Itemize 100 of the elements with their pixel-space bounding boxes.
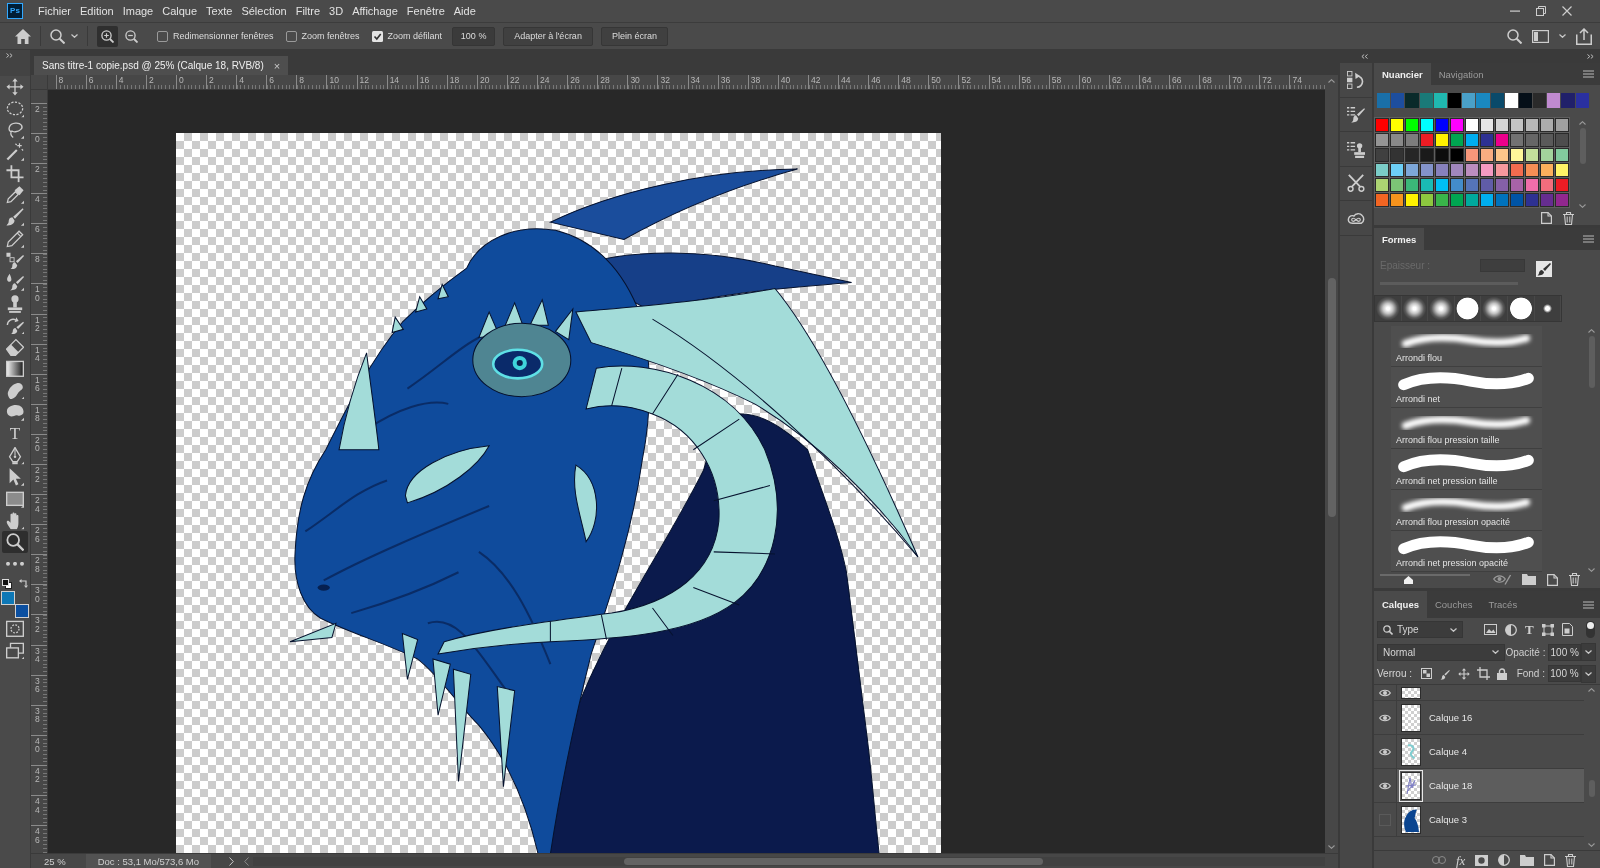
scrollbar[interactable]: [1587, 326, 1596, 572]
color-swatch[interactable]: [1504, 93, 1518, 108]
padlock-icon[interactable]: [1497, 667, 1508, 680]
color-swatch[interactable]: [1390, 193, 1404, 207]
eye-icon[interactable]: [1379, 688, 1391, 697]
menu-item[interactable]: Texte: [206, 5, 233, 17]
caret-icon[interactable]: [1581, 643, 1596, 661]
horizontal-scrollbar[interactable]: [253, 856, 1325, 866]
color-swatch[interactable]: [1510, 178, 1524, 192]
layer-row[interactable]: Calque 18: [1397, 769, 1584, 802]
effects-button[interactable]: fx: [1456, 853, 1466, 867]
color-swatch[interactable]: [1450, 133, 1464, 147]
color-swatch[interactable]: [1450, 163, 1464, 177]
menu-item[interactable]: Fichier: [38, 5, 71, 17]
color-swatch[interactable]: [1510, 133, 1524, 147]
checker-icon[interactable]: [1421, 668, 1433, 679]
color-swatch[interactable]: [1510, 148, 1524, 162]
color-swatch[interactable]: [1480, 163, 1494, 177]
swap-arrow-icon[interactable]: [19, 579, 28, 589]
menu-item[interactable]: Calque: [162, 5, 198, 17]
color-swatch[interactable]: [1390, 133, 1404, 147]
color-swatch[interactable]: [1390, 163, 1404, 177]
color-swatch[interactable]: [1480, 148, 1494, 162]
color-swatch[interactable]: [1575, 93, 1589, 108]
scrollbar-thumb[interactable]: [1327, 278, 1336, 517]
color-swatch[interactable]: [1435, 193, 1449, 207]
color-swatch[interactable]: [1405, 148, 1419, 162]
color-swatch[interactable]: [1547, 93, 1561, 108]
color-swatch[interactable]: [1435, 148, 1449, 162]
color-swatch[interactable]: [1390, 118, 1404, 132]
document-info[interactable]: Doc : 53,1 Mo/573,6 Mo: [85, 854, 212, 868]
menu-item[interactable]: Fenêtre: [406, 5, 445, 17]
color-swatch[interactable]: [1420, 178, 1434, 192]
color-swatch[interactable]: [1420, 148, 1434, 162]
scroll-down-icon[interactable]: [1579, 204, 1586, 208]
color-swatch[interactable]: [1525, 118, 1539, 132]
panel-tab[interactable]: Nuancier: [1374, 63, 1431, 85]
double-chevron-right-icon[interactable]: [6, 53, 13, 58]
color-swatch[interactable]: [1465, 178, 1479, 192]
double-chevron-left-icon[interactable]: [1361, 54, 1368, 59]
scroll-down-icon[interactable]: [1328, 845, 1335, 849]
color-swatch[interactable]: [1375, 163, 1389, 177]
half-circle-icon[interactable]: [1505, 623, 1517, 636]
brush-preset[interactable]: Arrondi flou pression taille: [1391, 408, 1542, 449]
scroll-down-icon[interactable]: [1588, 568, 1595, 572]
color-swatch[interactable]: [1476, 93, 1490, 108]
layer-row[interactable]: Calque 16: [1397, 701, 1584, 734]
color-swatch[interactable]: [1375, 148, 1389, 162]
color-swatch[interactable]: [1447, 93, 1462, 108]
crop-frame-icon[interactable]: [1477, 667, 1491, 680]
color-swatch[interactable]: [1405, 133, 1419, 147]
color-swatch[interactable]: [1377, 93, 1391, 108]
color-swatch[interactable]: [1435, 163, 1449, 177]
app-logo[interactable]: Ps: [7, 3, 23, 19]
color-swatch[interactable]: [1555, 193, 1569, 207]
color-swatch[interactable]: [1525, 178, 1539, 192]
panel-menu-icon[interactable]: [1583, 235, 1594, 243]
eye-icon[interactable]: [1379, 781, 1391, 790]
hard-brush-tip-icon[interactable]: [1454, 296, 1482, 321]
color-swatch[interactable]: [1525, 148, 1539, 162]
color-swatch[interactable]: [1480, 133, 1494, 147]
layer-filter-dropdown[interactable]: Type: [1377, 621, 1463, 638]
color-swatch[interactable]: [1450, 118, 1464, 132]
color-swatch[interactable]: [1375, 133, 1389, 147]
panel-tab[interactable]: Navigation: [1430, 63, 1492, 85]
history-icon[interactable]: [1347, 70, 1365, 89]
search-icon[interactable]: [1383, 624, 1393, 635]
color-swatch[interactable]: [1420, 163, 1434, 177]
shape-handles-icon[interactable]: [1541, 623, 1554, 636]
menu-item[interactable]: Filtre: [295, 5, 321, 17]
color-swatch[interactable]: [1495, 148, 1509, 162]
color-swatch[interactable]: [1433, 93, 1447, 108]
color-swatch[interactable]: [1462, 93, 1476, 108]
checkbox[interactable]: [285, 30, 297, 42]
caret-icon[interactable]: [1581, 664, 1596, 683]
color-swatch[interactable]: [1495, 178, 1509, 192]
color-swatch[interactable]: [1540, 133, 1554, 147]
color-swatch[interactable]: [1450, 148, 1464, 162]
color-swatch[interactable]: [1435, 178, 1449, 192]
workspace-icon[interactable]: [1532, 29, 1549, 43]
color-swatch[interactable]: [1450, 193, 1464, 207]
color-swatch[interactable]: [1525, 163, 1539, 177]
color-swatch[interactable]: [1465, 193, 1479, 207]
color-swatch[interactable]: [1555, 118, 1569, 132]
checkbox[interactable]: [371, 30, 383, 42]
soft-brush-tip-icon[interactable]: [1375, 296, 1402, 321]
color-swatch[interactable]: [1510, 163, 1524, 177]
panel-tab[interactable]: Formes: [1374, 228, 1425, 250]
color-swatch[interactable]: [1465, 148, 1479, 162]
home-icon[interactable]: [15, 28, 31, 44]
color-swatch[interactable]: [1420, 118, 1434, 132]
color-swatch[interactable]: [1390, 178, 1404, 192]
blend-mode-dropdown[interactable]: Normal: [1377, 643, 1506, 661]
scrollbar-thumb[interactable]: [624, 857, 1044, 865]
folder-icon[interactable]: [1522, 574, 1536, 585]
magnifier-icon[interactable]: [50, 28, 65, 44]
type-filter[interactable]: T: [1525, 623, 1534, 636]
color-swatch[interactable]: [1540, 178, 1554, 192]
soft-brush-tip-icon[interactable]: [1481, 296, 1508, 321]
color-swatch[interactable]: [1495, 193, 1509, 207]
